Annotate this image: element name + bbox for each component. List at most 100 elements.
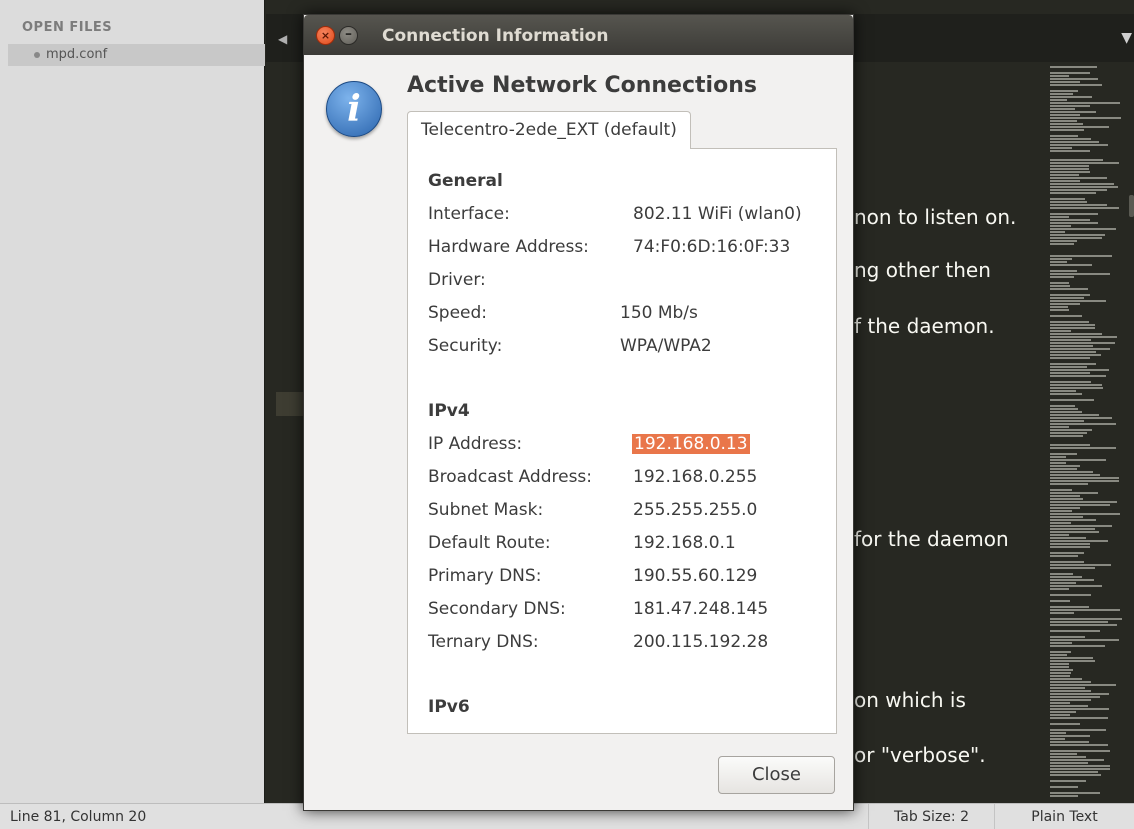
minimap-line [1050,180,1080,182]
minimap-line [1050,663,1069,665]
minimap-line [1050,654,1067,656]
minimap-line [1050,315,1082,317]
minimap-line [1050,150,1090,152]
minimap-line [1050,699,1091,701]
minimap-line [1050,270,1077,272]
code-line: for the daemon [854,527,1009,551]
minimap-line [1050,708,1109,710]
code-line: ng other then [854,258,991,282]
minimap-line [1050,273,1110,275]
minimap-line [1050,711,1076,713]
window-minimize-icon[interactable]: – [339,26,358,45]
minimap-line [1050,135,1078,137]
ip-address-value[interactable]: 192.168.0.13 [632,434,750,454]
minimap-line [1050,120,1077,122]
minimap-line [1050,588,1069,590]
syntax-selector[interactable]: Plain Text [994,804,1134,829]
info-label: Security: [428,336,503,356]
minimap-line [1050,231,1065,233]
minimap-line [1050,552,1084,554]
minimap-line [1050,162,1119,164]
minimap-line [1050,219,1090,221]
info-value: 192.168.0.1 [633,533,736,553]
minimap-line [1050,531,1099,533]
minimap-line [1050,165,1089,167]
minimap-line [1050,453,1077,455]
connection-info-dialog: × – Connection Information i Active Netw… [303,14,854,811]
tab-size-selector[interactable]: Tab Size: 2 [868,804,994,829]
minimap-line [1050,561,1084,563]
minimap-line [1050,66,1097,68]
minimap-line [1050,504,1110,506]
minimap-line [1050,477,1119,479]
minimap-line [1050,90,1078,92]
close-button[interactable]: Close [718,756,835,794]
minimap-line [1050,228,1116,230]
minimap-line [1050,483,1088,485]
scrollbar-thumb[interactable] [1129,195,1134,217]
tab-dropdown-icon[interactable]: ▼ [1121,30,1132,46]
minimap-line [1050,189,1107,191]
minimap-line [1050,147,1072,149]
minimap-line [1050,75,1069,77]
minimap-line [1050,243,1074,245]
minimap-line [1050,525,1112,527]
minimap-line [1050,480,1119,482]
minimap-line [1050,492,1098,494]
minimap-line [1050,108,1075,110]
minimap-line [1050,687,1085,689]
cursor-position: Line 81, Column 20 [10,809,147,825]
minimap-line [1050,174,1079,176]
minimap-line [1050,444,1090,446]
minimap-line [1050,321,1089,323]
minimap-line [1050,129,1084,131]
code-line: f the daemon. [854,314,995,338]
minimap-line [1050,333,1102,335]
info-value: 802.11 WiFi (wlan0) [633,204,802,224]
info-label: IP Address: [428,434,523,454]
info-label: Default Route: [428,533,551,553]
minimap-line [1050,585,1102,587]
minimap-line [1050,168,1089,170]
sidebar-item-mpd-conf[interactable]: mpd.conf [8,44,265,66]
minimap-line [1050,471,1093,473]
minimap-line [1050,78,1098,80]
code-line: non to listen on. [854,205,1017,229]
dialog-titlebar[interactable]: × – Connection Information [304,15,853,55]
minimap-line [1050,357,1090,359]
minimap-line [1050,99,1067,101]
minimap-line [1050,567,1095,569]
minimap-line [1050,213,1098,215]
minimap-line [1050,300,1106,302]
minimap-line [1050,765,1110,767]
minimap-line [1050,660,1095,662]
minimap-line [1050,234,1105,236]
minimap-line [1050,111,1096,113]
minimap-line [1050,327,1095,329]
minimap-line [1050,126,1109,128]
minimap-line [1050,399,1094,401]
minimap[interactable] [1046,62,1126,803]
info-value: 150 Mb/s [620,303,698,323]
minimap-line [1050,309,1069,311]
minimap-line [1050,417,1112,419]
code-line: on which is [854,688,966,712]
minimap-line [1050,753,1077,755]
minimap-line [1050,192,1096,194]
minimap-line [1050,534,1069,536]
minimap-line [1050,123,1083,125]
minimap-line [1050,330,1071,332]
minimap-line [1050,600,1070,602]
window-close-icon[interactable]: × [316,26,335,45]
minimap-line [1050,237,1102,239]
minimap-line [1050,624,1117,626]
tab-connection[interactable]: Telecentro-2ede_EXT (default) [407,111,691,149]
tab-scroll-left-icon[interactable]: ◀ [278,32,287,46]
minimap-line [1050,288,1088,290]
minimap-line [1050,681,1091,683]
minimap-line [1050,423,1116,425]
minimap-line [1050,741,1089,743]
minimap-line [1050,276,1074,278]
minimap-line [1050,786,1078,788]
minimap-line [1050,705,1088,707]
